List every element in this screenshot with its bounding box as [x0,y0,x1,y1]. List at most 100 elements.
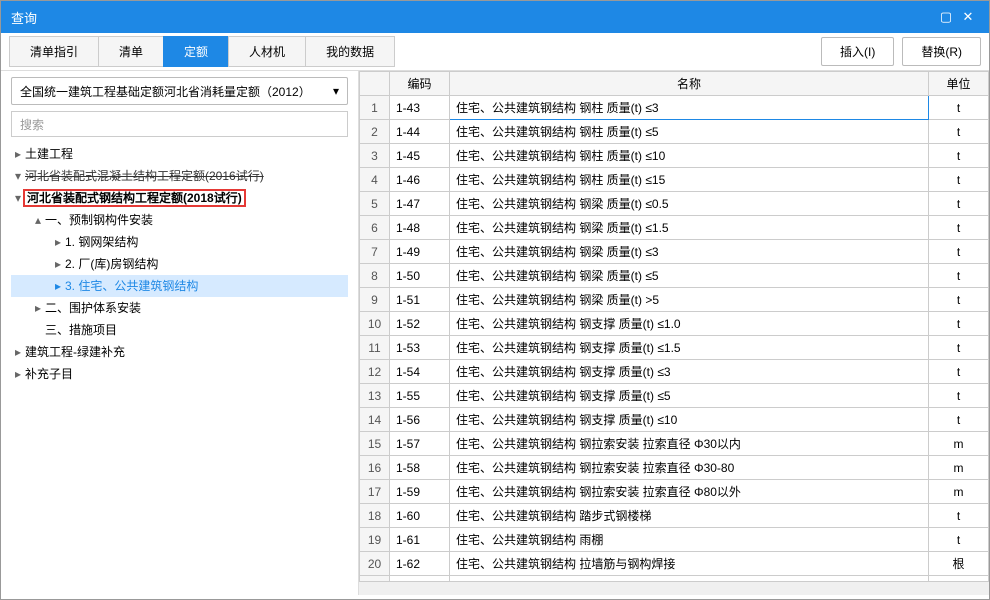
tree-node[interactable]: ▸1. 钢网架结构 [11,231,348,253]
cell-name[interactable]: 住宅、公共建筑钢结构 钢支撑 质量(t) ≤1.5 [450,336,929,360]
cell-unit[interactable]: t [929,528,989,552]
tree-node[interactable]: ▾河北省装配式钢结构工程定额(2018试行) [11,187,348,209]
cell-code[interactable]: 1-44 [390,120,450,144]
table-row[interactable]: 201-62住宅、公共建筑钢结构 拉墙筋与钢构焊接根 [360,552,989,576]
cell-code[interactable]: 1-47 [390,192,450,216]
tree-node[interactable]: ▸土建工程 [11,143,348,165]
replace-button[interactable]: 替换(R) [902,37,981,66]
table-row[interactable]: 151-57住宅、公共建筑钢结构 钢拉索安装 拉索直径 Φ30以内m [360,432,989,456]
close-button[interactable]: ✕ [957,9,979,25]
cell-code[interactable]: 1-55 [390,384,450,408]
col-name[interactable]: 名称 [450,72,929,96]
table-row[interactable]: 181-60住宅、公共建筑钢结构 踏步式钢楼梯t [360,504,989,528]
table-row[interactable]: 11-43住宅、公共建筑钢结构 钢柱 质量(t) ≤3t [360,96,989,120]
cell-code[interactable]: 1-48 [390,216,450,240]
cell-name[interactable]: 住宅、公共建筑钢结构 钢拉索安装 拉索直径 Φ30以内 [450,432,929,456]
cell-code[interactable]: 1-45 [390,144,450,168]
cell-name[interactable]: 住宅、公共建筑钢结构 钢柱 质量(t) ≤3 [450,96,929,120]
table-row[interactable]: 141-56住宅、公共建筑钢结构 钢支撑 质量(t) ≤10t [360,408,989,432]
cell-unit[interactable]: t [929,96,989,120]
cell-unit[interactable]: t [929,408,989,432]
cell-code[interactable]: 1-57 [390,432,450,456]
cell-name[interactable]: 住宅、公共建筑钢结构 钢柱 质量(t) ≤5 [450,120,929,144]
cell-code[interactable]: 1-54 [390,360,450,384]
cell-code[interactable]: 1-52 [390,312,450,336]
cell-unit[interactable]: 根 [929,552,989,576]
cell-name[interactable]: 住宅、公共建筑钢结构 钢支撑 质量(t) ≤1.0 [450,312,929,336]
table-row[interactable]: 161-58住宅、公共建筑钢结构 钢拉索安装 拉索直径 Φ30-80m [360,456,989,480]
cell-unit[interactable]: m [929,432,989,456]
cell-name[interactable]: 住宅、公共建筑钢结构 钢支撑 质量(t) ≤5 [450,384,929,408]
data-grid[interactable]: 编码 名称 单位 11-43住宅、公共建筑钢结构 钢柱 质量(t) ≤3t21-… [359,71,989,581]
cell-code[interactable]: 1-43 [390,96,450,120]
cell-code[interactable]: 1-53 [390,336,450,360]
cell-name[interactable]: 住宅、公共建筑钢结构 拉墙筋与钢构焊接 [450,552,929,576]
tree-node[interactable]: ▸2. 厂(库)房钢结构 [11,253,348,275]
table-row[interactable]: 81-50住宅、公共建筑钢结构 钢梁 质量(t) ≤5t [360,264,989,288]
tree-node[interactable]: 三、措施项目 [11,319,348,341]
minimize-button[interactable]: ▢ [935,9,957,25]
table-row[interactable]: 51-47住宅、公共建筑钢结构 钢梁 质量(t) ≤0.5t [360,192,989,216]
cell-name[interactable]: 住宅、公共建筑钢结构 钢拉索安装 拉索直径 Φ30-80 [450,456,929,480]
tab-4[interactable]: 我的数据 [305,36,395,67]
cell-name[interactable]: 住宅、公共建筑钢结构 钢支撑 质量(t) ≤10 [450,408,929,432]
cell-unit[interactable]: t [929,288,989,312]
table-row[interactable]: 31-45住宅、公共建筑钢结构 钢柱 质量(t) ≤10t [360,144,989,168]
tree-node[interactable]: ▾河北省装配式混凝土结构工程定额(2016试行) [11,165,348,187]
cell-name[interactable]: 住宅、公共建筑钢结构 钢梁 质量(t) ≤3 [450,240,929,264]
cell-name[interactable]: 住宅、公共建筑钢结构 钢拉索安装 拉索直径 Φ80以外 [450,480,929,504]
col-code[interactable]: 编码 [390,72,450,96]
cell-code[interactable]: 1-60 [390,504,450,528]
table-row[interactable]: 91-51住宅、公共建筑钢结构 钢梁 质量(t) >5t [360,288,989,312]
cell-code[interactable]: 1-62 [390,552,450,576]
cell-unit[interactable]: t [929,360,989,384]
tree-node[interactable]: ▸补充子目 [11,363,348,385]
cell-code[interactable]: 1-46 [390,168,450,192]
cell-code[interactable]: 1-51 [390,288,450,312]
cell-name[interactable]: 住宅、公共建筑钢结构 钢柱 质量(t) ≤10 [450,144,929,168]
cell-unit[interactable]: m [929,480,989,504]
search-input[interactable]: 搜索 [11,111,348,137]
table-row[interactable]: 41-46住宅、公共建筑钢结构 钢柱 质量(t) ≤15t [360,168,989,192]
col-unit[interactable]: 单位 [929,72,989,96]
horizontal-scrollbar[interactable] [359,581,989,595]
cell-unit[interactable]: t [929,240,989,264]
cell-code[interactable]: 1-50 [390,264,450,288]
table-row[interactable]: 191-61住宅、公共建筑钢结构 雨棚t [360,528,989,552]
cell-code[interactable]: 1-59 [390,480,450,504]
cell-name[interactable]: 住宅、公共建筑钢结构 钢梁 质量(t) >5 [450,288,929,312]
table-row[interactable]: 61-48住宅、公共建筑钢结构 钢梁 质量(t) ≤1.5t [360,216,989,240]
tree-node[interactable]: ▴一、预制钢构件安装 [11,209,348,231]
cell-unit[interactable]: t [929,264,989,288]
tree-node[interactable]: ▸3. 住宅、公共建筑钢结构 [11,275,348,297]
cell-name[interactable]: 住宅、公共建筑钢结构 钢梁 质量(t) ≤0.5 [450,192,929,216]
cell-unit[interactable]: t [929,216,989,240]
tree-node[interactable]: ▸二、围护体系安装 [11,297,348,319]
cell-unit[interactable]: t [929,192,989,216]
cell-unit[interactable]: t [929,336,989,360]
cell-unit[interactable]: t [929,312,989,336]
cell-unit[interactable]: t [929,168,989,192]
table-row[interactable]: 111-53住宅、公共建筑钢结构 钢支撑 质量(t) ≤1.5t [360,336,989,360]
table-row[interactable]: 101-52住宅、公共建筑钢结构 钢支撑 质量(t) ≤1.0t [360,312,989,336]
cell-unit[interactable]: m [929,456,989,480]
cell-name[interactable]: 住宅、公共建筑钢结构 雨棚 [450,528,929,552]
tab-2[interactable]: 定额 [163,36,229,67]
cell-unit[interactable]: t [929,144,989,168]
tab-3[interactable]: 人材机 [228,36,306,67]
table-row[interactable]: 21-44住宅、公共建筑钢结构 钢柱 质量(t) ≤5t [360,120,989,144]
cell-unit[interactable]: t [929,120,989,144]
table-row[interactable]: 171-59住宅、公共建筑钢结构 钢拉索安装 拉索直径 Φ80以外m [360,480,989,504]
table-row[interactable]: 71-49住宅、公共建筑钢结构 钢梁 质量(t) ≤3t [360,240,989,264]
cell-name[interactable]: 住宅、公共建筑钢结构 钢梁 质量(t) ≤1.5 [450,216,929,240]
tree-node[interactable]: ▸建筑工程-绿建补充 [11,341,348,363]
tab-1[interactable]: 清单 [98,36,164,67]
cell-code[interactable]: 1-58 [390,456,450,480]
table-row[interactable]: 131-55住宅、公共建筑钢结构 钢支撑 质量(t) ≤5t [360,384,989,408]
cell-name[interactable]: 住宅、公共建筑钢结构 钢梁 质量(t) ≤5 [450,264,929,288]
cell-name[interactable]: 住宅、公共建筑钢结构 钢柱 质量(t) ≤15 [450,168,929,192]
cell-code[interactable]: 1-56 [390,408,450,432]
insert-button[interactable]: 插入(I) [821,37,894,66]
tab-0[interactable]: 清单指引 [9,36,99,67]
cell-unit[interactable]: t [929,504,989,528]
